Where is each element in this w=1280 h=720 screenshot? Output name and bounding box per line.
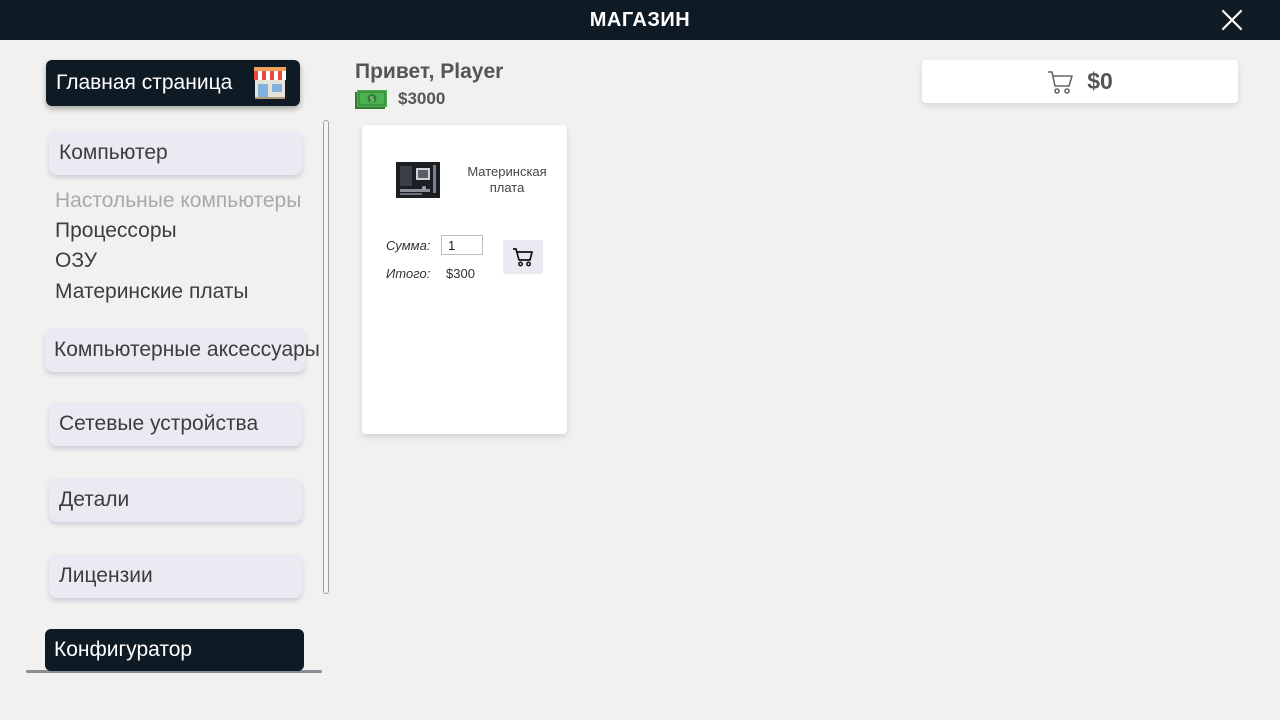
category-label: Компьютер <box>59 141 168 164</box>
configurator-button[interactable]: Конфигуратор <box>45 629 304 671</box>
home-button[interactable]: Главная страница <box>46 60 300 106</box>
category-accessories[interactable]: Компьютерные аксессуары <box>45 328 320 372</box>
close-icon[interactable] <box>1220 8 1244 32</box>
subcategory-motherboards[interactable]: Материнские платы <box>55 280 249 304</box>
total-label: Итого: <box>386 266 431 281</box>
subcategory-ram[interactable]: ОЗУ <box>55 249 97 273</box>
category-parts[interactable]: Детали <box>49 478 302 522</box>
cart-total-amount: $0 <box>1087 68 1113 94</box>
subcategory-label: Материнские платы <box>55 280 249 303</box>
subcategory-label: ОЗУ <box>55 249 98 272</box>
sidebar-scrollbar[interactable] <box>323 120 329 594</box>
category-label: Компьютерные аксессуары <box>54 338 320 361</box>
cart-icon <box>1048 70 1074 94</box>
money-icon: $ <box>355 89 387 109</box>
sidebar: Главная страница Компьютер Настольные ко… <box>0 40 340 720</box>
product-name: Материнская плата <box>467 164 547 195</box>
home-button-label: Главная страница <box>56 71 233 94</box>
greeting-text: Привет, Player <box>355 60 504 83</box>
title-bar: МАГАЗИН <box>0 0 1280 40</box>
category-label: Сетевые устройства <box>59 412 259 435</box>
configurator-label: Конфигуратор <box>54 638 193 661</box>
quantity-label: Сумма: <box>386 238 431 253</box>
subcategory-processors[interactable]: Процессоры <box>55 219 177 243</box>
shop-icon <box>254 67 286 99</box>
svg-text:$: $ <box>369 94 374 103</box>
category-label: Детали <box>59 488 130 511</box>
quantity-input[interactable] <box>441 235 483 255</box>
total-value: $300 <box>446 266 475 281</box>
product-card: Материнская плата Сумма: Итого: $300 <box>362 125 567 434</box>
subcategory-desktops: Настольные компьютеры <box>55 189 301 213</box>
cart-icon <box>513 248 533 267</box>
cart-total-button[interactable]: $0 <box>922 60 1238 103</box>
category-network-devices[interactable]: Сетевые устройства <box>49 402 302 446</box>
subcategory-label: Настольные компьютеры <box>55 189 302 212</box>
motherboard-icon <box>396 162 440 198</box>
subcategory-label: Процессоры <box>55 219 177 242</box>
balance-row: $ $3000 <box>355 88 445 110</box>
add-to-cart-button[interactable] <box>503 240 543 274</box>
window-title: МАГАЗИН <box>589 8 691 31</box>
category-computer[interactable]: Компьютер <box>49 131 302 175</box>
balance-amount: $3000 <box>398 89 446 108</box>
category-licenses[interactable]: Лицензии <box>49 554 302 598</box>
category-label: Лицензии <box>59 564 153 587</box>
